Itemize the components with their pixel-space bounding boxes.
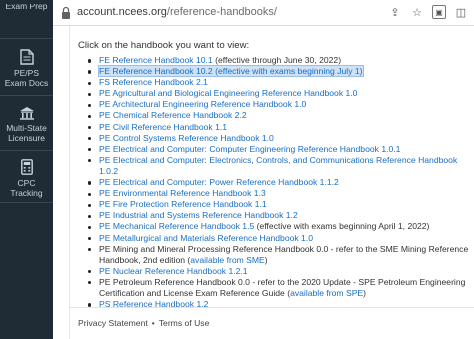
list-item: PE Control Systems Reference Handbook 1.… — [87, 133, 472, 144]
list-item: PE Industrial and Systems Reference Hand… — [87, 210, 472, 221]
list-item: FS Reference Handbook 2.1 — [87, 77, 472, 88]
sidebar-divider — [0, 202, 53, 203]
list-item: PE Electrical and Computer: Electronics,… — [87, 155, 472, 177]
external-link[interactable]: available from SME — [190, 255, 265, 265]
handbook-link[interactable]: PE Industrial and Systems Reference Hand… — [99, 210, 298, 220]
footer-divider — [70, 307, 474, 308]
handbook-note: PE Petroleum Reference Handbook 0.0 - re… — [99, 276, 466, 298]
handbook-link[interactable]: PE Fire Protection Reference Handbook 1.… — [99, 199, 267, 209]
sidebar-item-label: Multi-State — [6, 123, 47, 133]
url-path: /reference-handbooks/ — [166, 6, 277, 18]
handbook-link[interactable]: PE Environmental Reference Handbook 1.3 — [99, 188, 266, 198]
handbook-link[interactable]: PE Mechanical Reference Handbook 1.5 — [99, 221, 254, 231]
handbook-link[interactable]: FS Reference Handbook 2.1 — [99, 77, 208, 87]
list-item: PE Environmental Reference Handbook 1.3 — [87, 188, 472, 199]
main-content: Click on the handbook you want to view: … — [69, 26, 474, 339]
footer-separator: • — [151, 318, 155, 328]
handbook-link[interactable]: PE Electrical and Computer: Power Refere… — [99, 177, 339, 187]
handbook-link[interactable]: PE Electrical and Computer: Electronics,… — [99, 155, 457, 176]
url-domain: account.ncees.org — [77, 6, 167, 18]
document-icon — [19, 49, 34, 65]
handbook-link[interactable]: PE Civil Reference Handbook 1.1 — [99, 122, 227, 132]
list-item: PE Electrical and Computer: Computer Eng… — [87, 144, 472, 155]
list-item: FE Reference Handbook 10.1 (effective th… — [87, 55, 472, 66]
browser-url-bar[interactable]: account.ncees.org/reference-handbooks/ ⇪… — [0, 0, 474, 26]
list-item: PS Reference Handbook 1.2 — [87, 299, 472, 310]
sidebar-item-pe-ps-exam-docs[interactable]: PE/PS Exam Docs — [0, 49, 53, 88]
calculator-icon — [20, 159, 33, 175]
sidebar: Exam Prep PE/PS Exam Docs Multi-State Li… — [0, 0, 53, 339]
sidebar-item-label: CPC — [17, 178, 36, 188]
handbook-link-selected[interactable]: FE Reference Handbook 10.2 (effective wi… — [98, 65, 364, 78]
list-item: FE Reference Handbook 10.2 (effective wi… — [87, 65, 472, 78]
sidebar-divider — [0, 95, 53, 96]
share-icon[interactable]: ⇪ — [388, 5, 402, 19]
sidebar-item-cpc-tracking[interactable]: CPC Tracking — [0, 159, 53, 198]
sidebar-item-label: Exam Docs — [4, 78, 49, 88]
handbook-link[interactable]: PE Control Systems Reference Handbook 1.… — [99, 133, 274, 143]
building-icon — [19, 107, 34, 120]
handbook-link[interactable]: PE Agricultural and Biological Engineeri… — [99, 88, 357, 98]
intro-text: Click on the handbook you want to view: — [78, 40, 250, 51]
sidebar-item-multi-state-licensure[interactable]: Multi-State Licensure — [0, 106, 53, 143]
sidepanel-icon[interactable]: ◫ — [454, 5, 468, 19]
sidebar-item-exam-prep[interactable]: Exam Prep — [0, 4, 53, 14]
handbook-link[interactable]: PE Electrical and Computer: Computer Eng… — [99, 144, 400, 154]
bookmark-star-icon[interactable]: ☆ — [410, 5, 424, 19]
sidebar-divider — [0, 38, 53, 39]
sidebar-item-label: Exam Prep — [5, 4, 48, 11]
external-link[interactable]: available from SPE — [290, 288, 363, 298]
handbook-note: PE Mining and Mineral Processing Referen… — [99, 243, 469, 265]
list-item: PE Petroleum Reference Handbook 0.0 - re… — [87, 277, 472, 299]
list-item: PE Electrical and Computer: Power Refere… — [87, 177, 472, 188]
sidebar-item-label: Tracking — [10, 188, 43, 198]
list-item: PE Chemical Reference Handbook 2.2 — [87, 110, 472, 121]
privacy-statement-link[interactable]: Privacy Statement — [78, 318, 148, 328]
handbook-note: (effective with exams beginning April 1,… — [254, 221, 430, 232]
list-item: PE Fire Protection Reference Handbook 1.… — [87, 199, 472, 210]
url-text[interactable]: account.ncees.org/reference-handbooks/ — [77, 6, 277, 18]
handbook-note: (effective through June 30, 2022) — [212, 55, 342, 65]
sidebar-item-label: PE/PS — [13, 68, 40, 78]
list-item: PE Agricultural and Biological Engineeri… — [87, 88, 472, 99]
sidebar-item-label: Licensure — [8, 133, 45, 143]
extension-icon[interactable]: ▣ — [432, 5, 446, 19]
handbook-link[interactable]: PE Metallurgical and Materials Reference… — [99, 233, 313, 243]
list-item: PE Nuclear Reference Handbook 1.2.1 — [87, 266, 472, 277]
handbook-note-tail: ) — [363, 287, 367, 298]
handbook-link[interactable]: FE Reference Handbook 10.1 — [99, 55, 213, 65]
handbook-link[interactable]: PE Chemical Reference Handbook 2.2 — [99, 110, 247, 120]
handbook-link[interactable]: PE Nuclear Reference Handbook 1.2.1 — [99, 266, 248, 276]
handbook-link[interactable]: PE Architectural Engineering Reference H… — [99, 99, 306, 109]
footer: Privacy Statement • Terms of Use — [78, 318, 209, 328]
list-item: PE Architectural Engineering Reference H… — [87, 99, 472, 110]
list-item: PE Mechanical Reference Handbook 1.5 (ef… — [87, 221, 472, 232]
handbook-list: FE Reference Handbook 10.1 (effective th… — [87, 55, 472, 310]
terms-of-use-link[interactable]: Terms of Use — [159, 318, 210, 328]
list-item: PE Civil Reference Handbook 1.1 — [87, 122, 472, 133]
list-item: PE Mining and Mineral Processing Referen… — [87, 244, 472, 266]
handbook-note-tail: ) — [264, 254, 268, 265]
list-item: PE Metallurgical and Materials Reference… — [87, 233, 472, 244]
sidebar-divider — [0, 150, 53, 151]
lock-icon[interactable] — [60, 6, 72, 20]
